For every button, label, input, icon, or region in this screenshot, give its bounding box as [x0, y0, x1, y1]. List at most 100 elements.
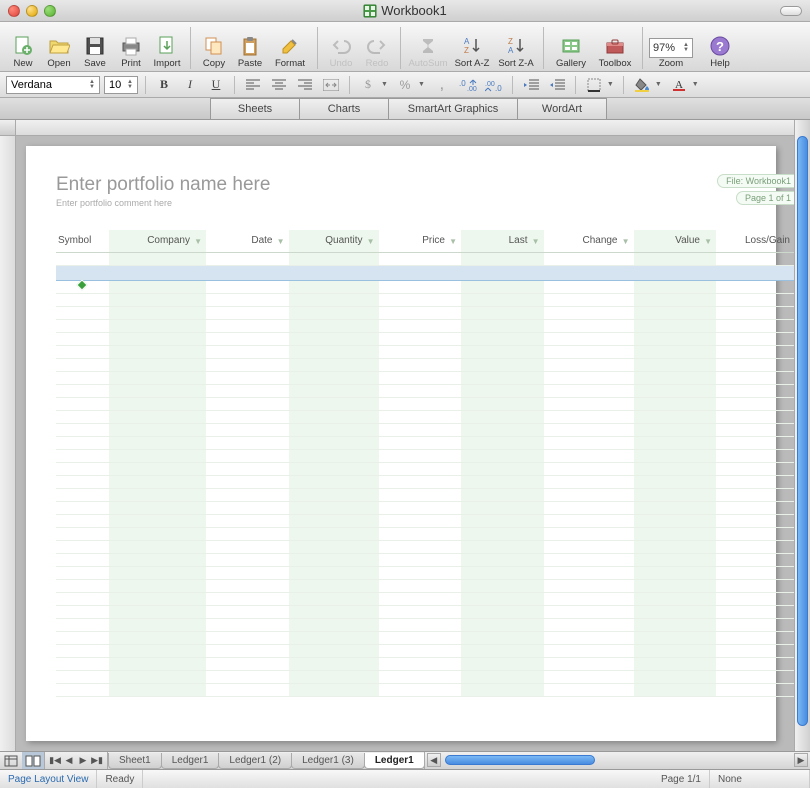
- table-row[interactable]: [56, 657, 794, 670]
- table-cell[interactable]: [634, 592, 717, 605]
- table-cell[interactable]: [461, 527, 544, 540]
- table-cell[interactable]: [206, 644, 289, 657]
- table-row[interactable]: [56, 475, 794, 488]
- open-button[interactable]: Open: [42, 27, 76, 69]
- table-cell[interactable]: [716, 631, 794, 644]
- table-cell[interactable]: [634, 423, 717, 436]
- table-cell[interactable]: [56, 475, 109, 488]
- table-cell[interactable]: [634, 579, 717, 592]
- table-cell[interactable]: [716, 644, 794, 657]
- scroll-right-button[interactable]: ▶: [794, 753, 808, 767]
- table-cell[interactable]: [56, 462, 109, 475]
- table-cell[interactable]: [634, 436, 717, 449]
- table-row[interactable]: [56, 410, 794, 423]
- table-cell[interactable]: [544, 345, 634, 358]
- prev-sheet-button[interactable]: ◀: [63, 755, 75, 766]
- table-cell[interactable]: [634, 306, 717, 319]
- table-cell[interactable]: [109, 644, 207, 657]
- table-cell[interactable]: [461, 397, 544, 410]
- table-cell[interactable]: [289, 423, 379, 436]
- table-cell[interactable]: [544, 527, 634, 540]
- table-cell[interactable]: [379, 319, 462, 332]
- table-cell[interactable]: [634, 501, 717, 514]
- table-cell[interactable]: [379, 605, 462, 618]
- table-cell[interactable]: [544, 605, 634, 618]
- table-cell[interactable]: [379, 657, 462, 670]
- table-cell[interactable]: [461, 644, 544, 657]
- table-cell[interactable]: [56, 319, 109, 332]
- table-cell[interactable]: [716, 566, 794, 579]
- table-cell[interactable]: [716, 384, 794, 397]
- table-cell[interactable]: [56, 265, 109, 280]
- table-cell[interactable]: [56, 618, 109, 631]
- table-cell[interactable]: [56, 306, 109, 319]
- table-cell[interactable]: [634, 631, 717, 644]
- table-cell[interactable]: [461, 618, 544, 631]
- status-view-label[interactable]: Page Layout View: [0, 770, 97, 788]
- table-cell[interactable]: [379, 397, 462, 410]
- table-cell[interactable]: [461, 293, 544, 306]
- save-button[interactable]: Save: [78, 27, 112, 69]
- table-cell[interactable]: [634, 553, 717, 566]
- table-cell[interactable]: [379, 332, 462, 345]
- underline-button[interactable]: U: [205, 75, 227, 95]
- table-cell[interactable]: [56, 644, 109, 657]
- table-cell[interactable]: [544, 670, 634, 683]
- table-cell[interactable]: [461, 265, 544, 280]
- table-cell[interactable]: [461, 605, 544, 618]
- file-badge[interactable]: File: Workbook1: [717, 174, 794, 188]
- table-cell[interactable]: [461, 423, 544, 436]
- table-cell[interactable]: [544, 410, 634, 423]
- table-cell[interactable]: [56, 579, 109, 592]
- table-cell[interactable]: [206, 345, 289, 358]
- table-cell[interactable]: [461, 579, 544, 592]
- page-badge[interactable]: Page 1 of 1: [736, 191, 794, 205]
- table-cell[interactable]: [206, 332, 289, 345]
- table-cell[interactable]: [716, 657, 794, 670]
- table-cell[interactable]: [544, 488, 634, 501]
- table-cell[interactable]: [379, 280, 462, 293]
- table-cell[interactable]: [109, 265, 207, 280]
- table-cell[interactable]: [379, 566, 462, 579]
- table-cell[interactable]: [206, 436, 289, 449]
- table-cell[interactable]: [544, 319, 634, 332]
- bold-button[interactable]: B: [153, 75, 175, 95]
- table-cell[interactable]: [206, 265, 289, 280]
- table-cell[interactable]: [634, 527, 717, 540]
- table-cell[interactable]: [56, 293, 109, 306]
- table-cell[interactable]: [716, 670, 794, 683]
- table-cell[interactable]: [379, 462, 462, 475]
- currency-button[interactable]: $▼: [357, 75, 390, 95]
- table-cell[interactable]: [109, 670, 207, 683]
- table-cell[interactable]: [544, 631, 634, 644]
- table-cell[interactable]: [716, 345, 794, 358]
- table-cell[interactable]: [56, 501, 109, 514]
- table-row[interactable]: [56, 514, 794, 527]
- table-cell[interactable]: [461, 540, 544, 553]
- table-cell[interactable]: [109, 345, 207, 358]
- table-cell[interactable]: [206, 501, 289, 514]
- sheet-tab[interactable]: Sheet1: [108, 753, 162, 769]
- table-cell[interactable]: [56, 527, 109, 540]
- table-cell[interactable]: [461, 592, 544, 605]
- table-cell[interactable]: [379, 265, 462, 280]
- table-cell[interactable]: [379, 449, 462, 462]
- table-row[interactable]: [56, 358, 794, 371]
- table-cell[interactable]: [206, 514, 289, 527]
- table-row[interactable]: [56, 540, 794, 553]
- table-cell[interactable]: [379, 553, 462, 566]
- table-cell[interactable]: [206, 462, 289, 475]
- table-cell[interactable]: [289, 384, 379, 397]
- table-row[interactable]: [56, 553, 794, 566]
- table-cell[interactable]: [289, 306, 379, 319]
- normal-view-button[interactable]: [0, 752, 22, 769]
- table-cell[interactable]: [56, 436, 109, 449]
- table-cell[interactable]: [716, 488, 794, 501]
- merge-cells-button[interactable]: [320, 75, 342, 95]
- last-sheet-button[interactable]: ▶▮: [91, 755, 103, 766]
- portfolio-title-placeholder[interactable]: Enter portfolio name here: [56, 174, 794, 196]
- table-cell[interactable]: [379, 475, 462, 488]
- table-cell[interactable]: [716, 475, 794, 488]
- table-cell[interactable]: [461, 683, 544, 696]
- table-row[interactable]: [56, 592, 794, 605]
